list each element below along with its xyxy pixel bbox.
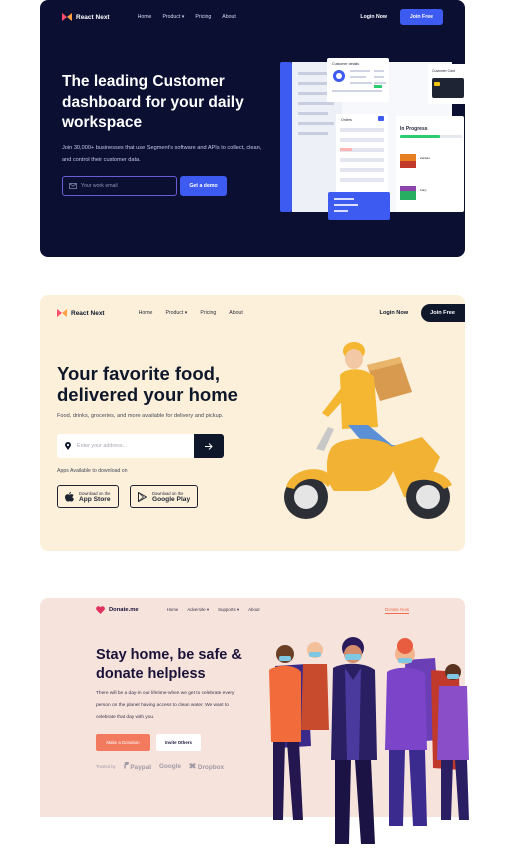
- brand-name: React Next: [76, 13, 110, 21]
- navbar: React Next Home Product ▾ Pricing About …: [57, 304, 465, 322]
- paypal-text: Paypal: [130, 764, 152, 771]
- nav-links: Home Product ▾ Pricing About: [139, 310, 243, 316]
- google-play-button[interactable]: Download on the Google Play: [130, 485, 199, 508]
- crowd-masks-illustration: [269, 637, 469, 852]
- app-store-text: App Store: [79, 495, 111, 503]
- svg-text:Zeldaro: Zeldaro: [420, 156, 431, 160]
- brand-name: Donate.me: [109, 607, 139, 613]
- paypal-logo: Paypal: [123, 762, 152, 771]
- address-placeholder: Enter your address...: [77, 443, 128, 449]
- logo[interactable]: React Next: [57, 309, 105, 317]
- in-progress-label: In Progress: [400, 126, 428, 132]
- customer-card-label: Customer Card: [432, 69, 455, 73]
- nav-product[interactable]: Product ▾: [165, 310, 187, 316]
- nav-home[interactable]: Home: [138, 14, 152, 20]
- nav-about[interactable]: About: [229, 310, 243, 316]
- nav-about[interactable]: About: [222, 14, 236, 20]
- navbar: React Next Home Product ▾ Pricing About …: [62, 9, 443, 25]
- hero-subtitle: Join 30,000+ businesses that use Segment…: [62, 145, 262, 163]
- dropbox-icon: [189, 762, 197, 769]
- heart-logo-icon: [96, 606, 105, 614]
- react-next-logo-icon: [57, 309, 67, 317]
- food-hero-card: React Next Home Product ▾ Pricing About …: [40, 295, 465, 551]
- nav-supports[interactable]: Supports ▾: [218, 607, 239, 613]
- apps-label: Apps Available to download on: [57, 468, 128, 474]
- logo[interactable]: React Next: [62, 13, 110, 21]
- location-pin-icon: [65, 442, 71, 450]
- arrow-right-icon: [205, 442, 213, 450]
- dashboard-mockup: Customer details Orders In Progress Zeld…: [280, 58, 465, 220]
- google-play-text: Google Play: [152, 495, 191, 503]
- hero-title: The leading Customer dashboard for your …: [62, 73, 244, 131]
- person-mid-left: [301, 642, 329, 730]
- person-far-right: [437, 664, 469, 820]
- hero-title: Your favorite food, delivered your home: [57, 363, 238, 405]
- react-next-logo-icon: [62, 13, 72, 21]
- delivery-scooter-illustration: [284, 342, 452, 519]
- join-button[interactable]: Join Free: [399, 9, 443, 25]
- invite-others-button[interactable]: Invite Others: [156, 734, 201, 751]
- join-button[interactable]: Join Free: [421, 304, 465, 322]
- person-center-dark: [331, 637, 379, 852]
- hero-subtitle: There will be a day-in our lifetime-when…: [96, 691, 235, 720]
- hero-title: Stay home, be safe & donate helpless: [96, 647, 242, 682]
- google-logo: Google: [159, 763, 182, 770]
- email-placeholder: Your work email: [81, 183, 118, 189]
- nav-pricing[interactable]: Pricing: [195, 14, 211, 20]
- trusted-label: Trusted by: [96, 764, 116, 769]
- login-link[interactable]: Login Now: [380, 310, 409, 316]
- get-demo-button[interactable]: Get a demo: [180, 176, 227, 196]
- nav-product[interactable]: Product ▾: [162, 14, 184, 20]
- app-store-small-text: Download on the: [79, 490, 111, 496]
- customer-details-label: Customer details: [332, 62, 359, 66]
- mail-icon: [69, 183, 77, 189]
- dropbox-logo: Dropbox: [189, 762, 225, 771]
- nav-about[interactable]: About: [248, 607, 259, 613]
- trusted-by-row: Trusted by Paypal Google Dropbox: [96, 762, 224, 771]
- nav-home[interactable]: Home: [167, 607, 179, 613]
- navbar: Donate.me Home Adversite ▾ Supports ▾ Ab…: [96, 604, 409, 616]
- donate-now-link[interactable]: Donate Now: [384, 607, 409, 614]
- play-store-icon: [138, 491, 147, 502]
- nav-home[interactable]: Home: [139, 310, 153, 316]
- donate-hero-card: Donate.me Home Adversite ▾ Supports ▾ Ab…: [40, 598, 469, 852]
- svg-text:Fairy: Fairy: [420, 188, 427, 192]
- nav-adversite[interactable]: Adversite ▾: [187, 607, 209, 613]
- paypal-icon: [123, 762, 129, 769]
- apple-icon: [65, 491, 74, 502]
- make-donation-button[interactable]: Make a Donation: [96, 734, 150, 751]
- dropbox-text: Dropbox: [197, 763, 225, 771]
- search-submit-button[interactable]: [194, 434, 224, 458]
- nav-links: Home Product ▾ Pricing About: [138, 14, 236, 20]
- nav-links: Home Adversite ▾ Supports ▾ About: [167, 607, 260, 613]
- hero-subtitle: Food, drinks, groceries, and more availa…: [57, 413, 224, 419]
- app-store-button[interactable]: Download on the App Store: [57, 485, 119, 508]
- person-left-orange: [269, 645, 303, 820]
- nav-pricing[interactable]: Pricing: [200, 310, 216, 316]
- dashboard-hero-card: React Next Home Product ▾ Pricing About …: [40, 0, 465, 257]
- orders-label: Orders: [341, 118, 352, 122]
- address-input[interactable]: Enter your address...: [57, 434, 194, 458]
- brand-name: React Next: [71, 309, 105, 317]
- logo[interactable]: Donate.me: [96, 606, 139, 614]
- email-input[interactable]: Your work email: [62, 176, 177, 196]
- login-link[interactable]: Login Now: [360, 14, 387, 20]
